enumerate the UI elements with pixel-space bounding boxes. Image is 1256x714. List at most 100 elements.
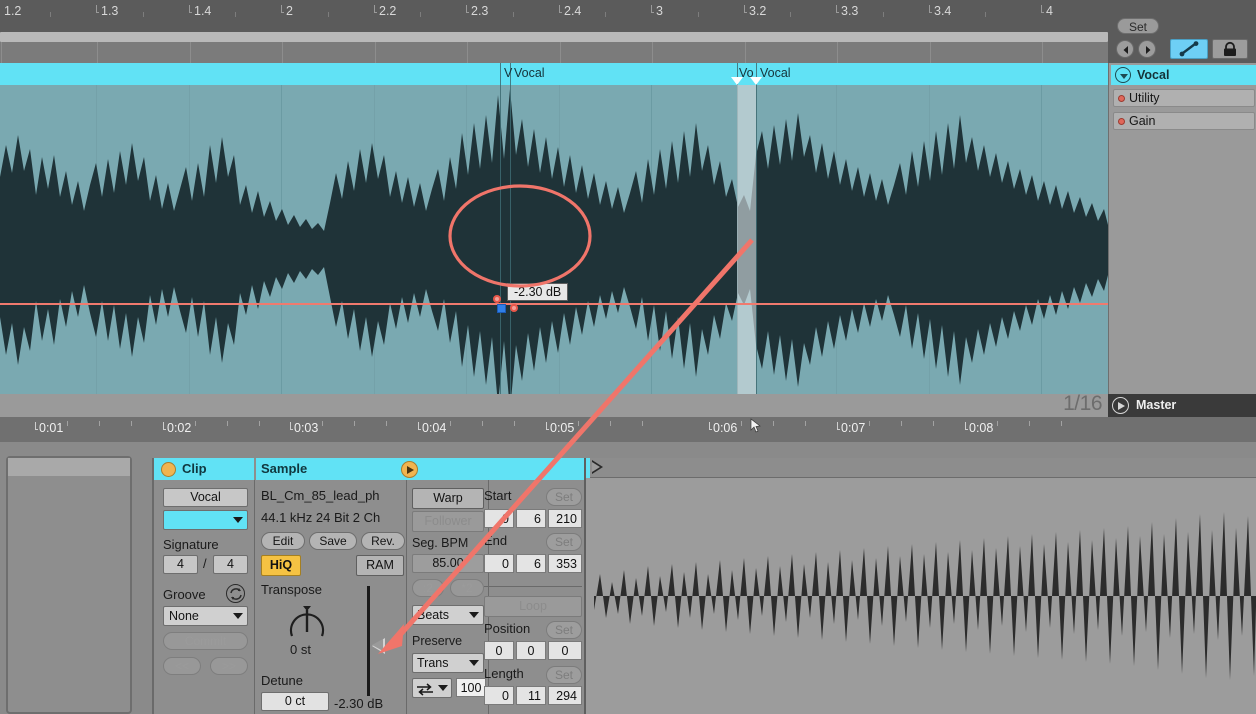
end-bars-field[interactable]: 0 [484, 554, 514, 573]
sample-filename[interactable]: BL_Cm_85_lead_ph [261, 488, 399, 503]
hiq-button[interactable]: HiQ [261, 555, 301, 576]
length-set-button[interactable]: Set [546, 666, 582, 684]
set-loop-button[interactable]: Set [1117, 18, 1159, 34]
clip-title-short-2[interactable]: Vo [739, 66, 754, 80]
length-bars-field[interactable]: 0 [484, 686, 514, 705]
position-ticks-field[interactable]: 0 [548, 641, 582, 660]
bar-ruler[interactable]: 1.2 1.3 1.4 2 2.2 2.3 2.4 3 3.2 3.3 3.4 4 [0, 0, 1108, 32]
automation-breakpoint-selected[interactable] [497, 304, 506, 313]
track-name-label[interactable]: Vocal [1137, 68, 1169, 82]
reverse-button[interactable]: Rev. [361, 532, 405, 550]
clip-activator-icon[interactable] [161, 462, 176, 477]
signature-denominator[interactable]: 4 [213, 555, 248, 574]
transpose-knob[interactable] [284, 602, 330, 647]
gain-fader-track[interactable] [367, 586, 370, 696]
start-bars-field[interactable]: 0 [484, 509, 514, 528]
play-circle-icon[interactable] [1112, 397, 1129, 414]
time-ruler-minor-tick [773, 421, 774, 426]
sample-editor-header[interactable] [586, 458, 1256, 478]
hot-swap-icon[interactable] [226, 584, 245, 603]
transpose-value[interactable]: 0 st [290, 642, 311, 657]
bar-ruler-minor-tick [882, 12, 884, 17]
chevron-down-circle-icon[interactable] [1115, 67, 1131, 83]
horizontal-scrollbar[interactable] [0, 32, 1108, 42]
preserve-selector[interactable]: Trans [412, 653, 484, 673]
volume-automation-line[interactable] [0, 303, 1108, 305]
sample-editor[interactable] [584, 458, 1256, 714]
end-ticks-field[interactable]: 353 [548, 554, 582, 573]
device-row-gain[interactable]: Gain [1113, 112, 1255, 130]
automation-breakpoint[interactable] [510, 304, 518, 312]
bpm-double-button[interactable]: *2 [450, 579, 484, 597]
gain-value-label[interactable]: -2.30 dB [334, 696, 383, 711]
commit-button[interactable]: Commit [163, 632, 248, 650]
ram-button[interactable]: RAM [356, 555, 404, 576]
grid-quantization-value[interactable]: 1/16 [1063, 392, 1102, 416]
loop-bar-segment [189, 42, 191, 63]
position-bars-field[interactable]: 0 [484, 641, 514, 660]
nudge-forward-button[interactable]: >> [210, 657, 248, 675]
end-label: End [484, 533, 508, 548]
time-ruler-tick: 0:02 [163, 421, 191, 435]
edit-button[interactable]: Edit [261, 532, 305, 550]
sample-editor-waveform [594, 512, 1256, 680]
warp-button[interactable]: Warp [412, 488, 484, 509]
end-beats-field[interactable]: 6 [516, 554, 546, 573]
clip-title-short-1[interactable]: V [504, 66, 512, 80]
start-ticks-field[interactable]: 210 [548, 509, 582, 528]
position-beats-field[interactable]: 0 [516, 641, 546, 660]
time-ruler-minor-tick [354, 421, 355, 426]
detune-value-field[interactable]: 0 ct [261, 692, 329, 711]
bar-ruler-tick: 3.4 [929, 4, 951, 18]
mouse-pointer-icon [750, 418, 762, 437]
length-ticks-field[interactable]: 294 [548, 686, 582, 705]
time-selection-region[interactable] [737, 85, 756, 394]
time-ruler-minor-tick [450, 421, 451, 426]
position-set-button[interactable]: Set [546, 621, 582, 639]
bpm-halve-button[interactable]: :2 [412, 579, 444, 597]
follower-button[interactable]: Follower [412, 511, 484, 532]
loop-button[interactable]: Loop [484, 596, 582, 617]
envelope-amount-field[interactable]: 100 [456, 678, 486, 697]
groove-selector[interactable]: None [163, 606, 248, 626]
warp-mode-value: Beats [417, 608, 449, 622]
save-button[interactable]: Save [309, 532, 357, 550]
device-activator-icon[interactable] [1118, 95, 1125, 102]
time-ruler-minor-tick [741, 421, 742, 426]
start-set-button[interactable]: Set [546, 488, 582, 506]
end-set-button[interactable]: Set [546, 533, 582, 551]
time-ruler-minor-tick [578, 421, 579, 426]
seg-bpm-value[interactable]: 85.00 [412, 554, 484, 573]
length-beats-field[interactable]: 11 [516, 686, 546, 705]
warp-mode-selector[interactable]: Beats [412, 605, 484, 625]
color-chooser-icon[interactable] [163, 510, 248, 530]
sample-start-marker-inner [592, 462, 600, 472]
browser-panel-header [8, 458, 130, 476]
clip-name-field[interactable]: Vocal [163, 488, 248, 507]
transient-loop-icon[interactable] [412, 678, 452, 698]
arrow-right-icon[interactable] [1138, 40, 1156, 58]
automation-value-tooltip: -2.30 dB [507, 283, 569, 301]
bar-ruler-tick: 2.4 [559, 4, 581, 18]
pencil-draw-icon[interactable] [1170, 39, 1208, 59]
time-ruler[interactable]: 0:01 0:02 0:03 0:04 0:05 0:06 0:07 0:08 [0, 417, 1256, 442]
device-activator-icon[interactable] [1118, 118, 1125, 125]
show-in-browser-icon[interactable] [401, 461, 418, 478]
arrangement-clip-area[interactable]: V Vocal Vo Vocal -2.30 dB [0, 63, 1108, 394]
signature-numerator[interactable]: 4 [163, 555, 198, 574]
loop-bar-segment [836, 42, 838, 63]
master-track-bar[interactable]: Master [1108, 394, 1256, 417]
device-row-utility[interactable]: Utility [1113, 89, 1255, 107]
arrow-left-icon[interactable] [1116, 40, 1134, 58]
clip-title-2[interactable]: Vocal [760, 66, 791, 80]
clip-title-1[interactable]: Vocal [514, 66, 545, 80]
lock-icon[interactable] [1212, 39, 1248, 59]
automation-breakpoint[interactable] [493, 295, 501, 303]
browser-panel[interactable] [6, 456, 132, 714]
time-ruler-tick: 0:06 [709, 421, 737, 435]
start-beats-field[interactable]: 6 [516, 509, 546, 528]
loop-brace-bar[interactable] [0, 42, 1108, 63]
track-header-vocal[interactable]: Vocal [1111, 65, 1256, 85]
nudge-back-button[interactable]: << [163, 657, 201, 675]
clip-title-bar[interactable] [0, 63, 1108, 85]
